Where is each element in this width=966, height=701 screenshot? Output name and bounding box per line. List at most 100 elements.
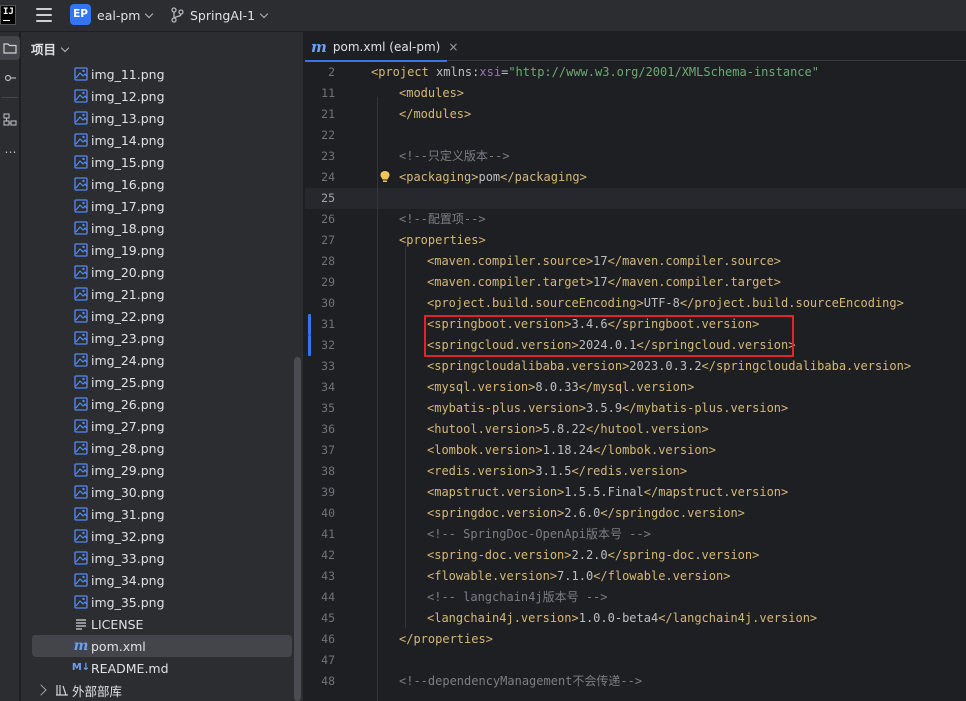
- tree-item[interactable]: img_20.png: [21, 261, 293, 283]
- tree-item[interactable]: m pom.xml: [32, 635, 292, 657]
- tree-item[interactable]: img_16.png: [21, 173, 293, 195]
- indent-guide: [405, 246, 406, 628]
- branch-name-label: SpringAI-1: [190, 8, 256, 23]
- tree-item[interactable]: img_15.png: [21, 151, 293, 173]
- tree-item[interactable]: img_28.png: [21, 437, 293, 459]
- line-number: 36: [321, 422, 335, 436]
- tab-pom-xml[interactable]: m pom.xml (eal-pm) ×: [305, 32, 468, 62]
- tree-item-label: img_34.png: [91, 572, 165, 588]
- tree-item[interactable]: img_22.png: [21, 305, 293, 327]
- commit-tool-button[interactable]: [0, 66, 20, 90]
- tree-item[interactable]: img_24.png: [21, 349, 293, 371]
- tree-item[interactable]: img_21.png: [21, 283, 293, 305]
- tree-item-label: img_23.png: [91, 330, 165, 346]
- code-token: 3.5.9: [585, 401, 623, 415]
- code-line[interactable]: 24 <packaging>pom</packaging>: [305, 167, 966, 188]
- tree-item-label: img_26.png: [91, 396, 165, 412]
- project-panel-header[interactable]: 项目: [31, 39, 70, 58]
- code-token: </springcloudalibaba.version>: [701, 359, 912, 373]
- code-line[interactable]: 21 </modules>: [305, 104, 966, 125]
- structure-icon: [3, 113, 17, 126]
- tree-item[interactable]: img_13.png: [21, 107, 293, 129]
- close-icon[interactable]: ×: [448, 40, 458, 54]
- code-text: <lombok.version>1.18.24</lombok.version>: [427, 440, 716, 461]
- tree-item[interactable]: img_27.png: [21, 415, 293, 437]
- image-file-icon: [74, 221, 88, 235]
- code-text: <!--dependencyManagement不会传递-->: [399, 671, 642, 692]
- indent-guide: [377, 97, 378, 701]
- code-line[interactable]: 22: [305, 125, 966, 146]
- line-number: 34: [321, 380, 335, 394]
- code-token: <mapstruct.version>: [427, 485, 565, 499]
- code-line[interactable]: 11 <modules>: [305, 83, 966, 104]
- image-file-icon: [74, 529, 88, 543]
- line-number: 35: [321, 401, 335, 415]
- structure-tool-button[interactable]: [0, 108, 20, 132]
- code-text: <packaging>pom</packaging>: [399, 167, 587, 188]
- code-line[interactable]: 25: [305, 188, 966, 209]
- code-token: 2023.0.3.2: [629, 359, 702, 373]
- tree-item[interactable]: img_29.png: [21, 459, 293, 481]
- tree-item[interactable]: img_18.png: [21, 217, 293, 239]
- tree-item[interactable]: img_14.png: [21, 129, 293, 151]
- code-token: </redis.version>: [571, 464, 688, 478]
- tree-item[interactable]: img_25.png: [21, 371, 293, 393]
- code-line[interactable]: 26 <!--配置项-->: [305, 209, 966, 230]
- tree-item-label: img_19.png: [91, 242, 165, 258]
- image-file-icon: [74, 67, 88, 81]
- code-line[interactable]: 47: [305, 650, 966, 671]
- line-number: 43: [321, 569, 335, 583]
- tree-item-label: img_11.png: [91, 66, 165, 82]
- code-token: </project.build.sourceEncoding>: [679, 296, 904, 310]
- tree-item-label: img_27.png: [91, 418, 165, 434]
- tree-item[interactable]: img_34.png: [21, 569, 293, 591]
- code-editor[interactable]: 2 <project xmlns:xsi="http://www.w3.org/2…: [305, 62, 966, 701]
- image-file-icon: [74, 111, 88, 125]
- vcs-change-marker[interactable]: [308, 335, 311, 356]
- branch-switcher[interactable]: SpringAI-1: [190, 8, 269, 23]
- more-tools-button[interactable]: ⋯: [0, 140, 20, 164]
- code-token: <langchain4j.version>: [427, 611, 579, 625]
- more-icon: ⋯: [4, 145, 17, 159]
- line-number: 39: [321, 485, 335, 499]
- tree-item-label: pom.xml: [91, 638, 146, 654]
- code-text: <mysql.version>8.0.33</mysql.version>: [427, 377, 694, 398]
- vcs-change-marker[interactable]: [308, 314, 311, 335]
- project-badge[interactable]: EP: [70, 4, 91, 25]
- tree-item-label: img_24.png: [91, 352, 165, 368]
- tree-item-label: img_12.png: [91, 88, 165, 104]
- library-icon: [55, 683, 69, 697]
- intellij-logo-icon[interactable]: IJ: [0, 5, 16, 25]
- tree-item[interactable]: img_31.png: [21, 503, 293, 525]
- project-switcher[interactable]: eal-pm: [97, 8, 154, 23]
- tree-item[interactable]: img_32.png: [21, 525, 293, 547]
- editor-tab-bar: m pom.xml (eal-pm) ×: [305, 32, 966, 62]
- tree-item[interactable]: img_26.png: [21, 393, 293, 415]
- code-token: 17: [593, 275, 608, 289]
- code-line[interactable]: 23 <!--只定义版本-->: [305, 146, 966, 167]
- image-file-icon: [74, 485, 88, 499]
- code-line[interactable]: 46 </properties>: [305, 629, 966, 650]
- main-menu-button[interactable]: [36, 8, 52, 22]
- project-tree-scrollbar[interactable]: [294, 357, 301, 701]
- tree-item[interactable]: img_23.png: [21, 327, 293, 349]
- tree-item-external-libraries[interactable]: 外部部库: [21, 679, 293, 701]
- image-file-icon: [74, 287, 88, 301]
- tree-item[interactable]: img_17.png: [21, 195, 293, 217]
- tree-item[interactable]: img_33.png: [21, 547, 293, 569]
- code-text: <springdoc.version>2.6.0</springdoc.vers…: [427, 503, 745, 524]
- tree-item[interactable]: img_11.png: [21, 63, 293, 85]
- project-tool-button[interactable]: [0, 36, 20, 60]
- code-line[interactable]: 2 <project xmlns:xsi="http://www.w3.org/2…: [305, 62, 966, 83]
- tree-item[interactable]: LICENSE: [21, 613, 293, 635]
- code-token: <!-- SpringDoc-OpenApi版本号 -->: [427, 527, 651, 541]
- tree-item[interactable]: img_19.png: [21, 239, 293, 261]
- tree-item[interactable]: img_35.png: [21, 591, 293, 613]
- tree-item[interactable]: M↓ README.md: [21, 657, 293, 679]
- tree-item[interactable]: img_12.png: [21, 85, 293, 107]
- tree-item[interactable]: img_30.png: [21, 481, 293, 503]
- tree-item-label: img_15.png: [91, 154, 165, 170]
- code-token: <project.build.sourceEncoding>: [427, 296, 644, 310]
- code-token: <!--配置项-->: [399, 212, 486, 226]
- code-line[interactable]: 48 <!--dependencyManagement不会传递-->: [305, 671, 966, 692]
